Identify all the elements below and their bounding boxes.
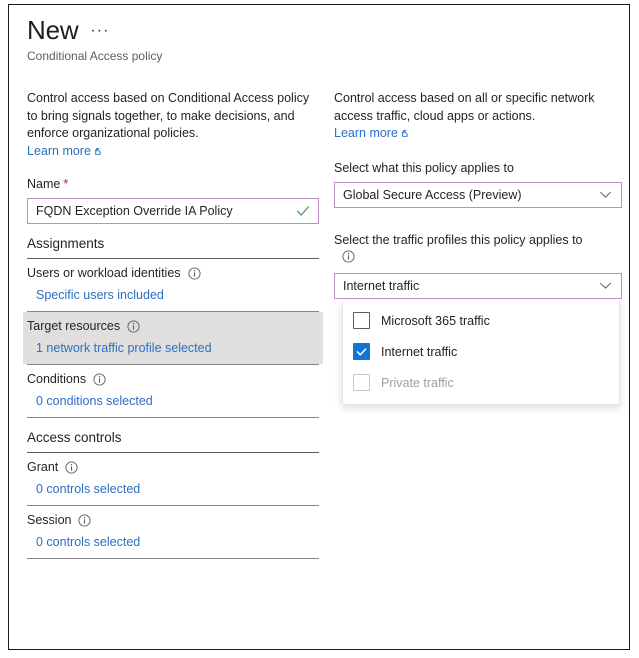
traffic-profiles-label-wrap: Select the traffic profiles this policy … (334, 232, 622, 268)
control-row-session-label-wrap: Session (27, 512, 319, 529)
assignment-row-users-value-link[interactable]: Specific users included (36, 288, 164, 302)
control-row-session[interactable]: Session 0 controls selected (27, 506, 319, 558)
title-row: New ··· (27, 15, 162, 45)
left-intro-paragraph: Control access based on Conditional Acce… (27, 91, 309, 140)
name-label-text: Name (27, 176, 60, 193)
control-row-grant-value-link[interactable]: 0 controls selected (36, 482, 140, 496)
assignment-row-conditions[interactable]: Conditions 0 conditions selected (27, 365, 319, 417)
right-column: Control access based on all or specific … (334, 90, 622, 299)
control-row-grant-label-wrap: Grant (27, 459, 319, 476)
assignment-row-users-label: Users or workload identities (27, 265, 181, 282)
left-learn-more-link[interactable]: Learn more (27, 144, 103, 158)
assignment-row-target-resources-value-link[interactable]: 1 network traffic profile selected (36, 341, 212, 355)
applies-to-dropdown-value: Global Secure Access (Preview) (335, 188, 599, 202)
assignment-row-target-resources-label-wrap: Target resources (27, 318, 319, 335)
dropdown-option-microsoft-365-traffic[interactable]: Microsoft 365 traffic (343, 305, 619, 336)
dropdown-option-internet-traffic[interactable]: Internet traffic (343, 336, 619, 367)
control-row-grant-label: Grant (27, 459, 58, 476)
info-icon[interactable] (78, 514, 91, 527)
chevron-down-icon (599, 188, 612, 201)
assignment-row-conditions-label: Conditions (27, 371, 86, 388)
assignment-row-users-label-wrap: Users or workload identities (27, 265, 319, 282)
assignment-row-target-resources-label: Target resources (27, 318, 120, 335)
name-input-wrapper[interactable]: FQDN Exception Override IA Policy (27, 198, 319, 224)
assignment-row-target-resources[interactable]: Target resources 1 network traffic profi… (23, 312, 323, 364)
dropdown-option-private-traffic-label: Private traffic (381, 376, 454, 390)
left-column: Control access based on Conditional Acce… (27, 90, 319, 559)
page-subtitle: Conditional Access policy (27, 48, 162, 64)
dropdown-option-internet-traffic-label: Internet traffic (381, 345, 457, 359)
name-field-label: Name * (27, 176, 319, 193)
right-learn-more-label: Learn more (334, 126, 398, 140)
checkbox-disabled-icon (353, 374, 370, 391)
dropdown-option-microsoft-365-traffic-label: Microsoft 365 traffic (381, 314, 490, 328)
control-divider-2 (27, 558, 319, 559)
blade-header: New ··· Conditional Access policy (27, 15, 162, 64)
external-link-icon (94, 147, 103, 156)
control-row-session-label: Session (27, 512, 71, 529)
traffic-profiles-dropdown-panel: Microsoft 365 traffic Internet traffic P… (342, 301, 620, 405)
assignment-row-conditions-value-link[interactable]: 0 conditions selected (36, 394, 153, 408)
control-row-grant[interactable]: Grant 0 controls selected (27, 453, 319, 505)
name-required-asterisk: * (63, 176, 68, 193)
applies-to-dropdown[interactable]: Global Secure Access (Preview) (334, 182, 622, 208)
right-intro-paragraph: Control access based on all or specific … (334, 91, 595, 123)
context-menu-button[interactable]: ··· (90, 23, 109, 45)
checkbox-checked-icon[interactable] (353, 343, 370, 360)
page-title: New (27, 15, 78, 45)
control-row-session-value-link[interactable]: 0 controls selected (36, 535, 140, 549)
right-intro-text: Control access based on all or specific … (334, 90, 622, 143)
assignment-row-users-value-wrap: Specific users included (27, 288, 319, 302)
assignment-row-conditions-value-wrap: 0 conditions selected (27, 394, 319, 408)
blade-panel: New ··· Conditional Access policy Contro… (8, 4, 630, 650)
traffic-profiles-dropdown-value: Internet traffic (335, 279, 599, 293)
chevron-down-icon (599, 279, 612, 292)
dropdown-option-private-traffic: Private traffic (343, 367, 619, 398)
assignment-row-conditions-label-wrap: Conditions (27, 371, 319, 388)
control-row-session-value-wrap: 0 controls selected (27, 535, 319, 549)
checkbox-unchecked-icon[interactable] (353, 312, 370, 329)
info-icon[interactable] (127, 320, 140, 333)
applies-to-label: Select what this policy applies to (334, 160, 622, 177)
control-row-grant-value-wrap: 0 controls selected (27, 482, 319, 496)
assignments-section-title: Assignments (27, 224, 319, 258)
traffic-profiles-dropdown[interactable]: Internet traffic (334, 273, 622, 299)
access-controls-section-title: Access controls (27, 418, 319, 452)
name-input[interactable]: FQDN Exception Override IA Policy (28, 204, 296, 218)
traffic-profiles-label: Select the traffic profiles this policy … (334, 233, 583, 247)
info-icon[interactable] (93, 373, 106, 386)
external-link-icon (401, 129, 410, 138)
assignment-row-target-resources-value-wrap: 1 network traffic profile selected (27, 341, 319, 355)
info-icon[interactable] (188, 267, 201, 280)
info-icon[interactable] (342, 250, 355, 263)
info-icon[interactable] (65, 461, 78, 474)
validation-check-icon (296, 204, 310, 218)
left-learn-more-label: Learn more (27, 144, 91, 158)
left-intro-text: Control access based on Conditional Acce… (27, 90, 319, 160)
right-learn-more-link[interactable]: Learn more (334, 126, 410, 140)
assignment-row-users[interactable]: Users or workload identities Specific us… (27, 259, 319, 311)
